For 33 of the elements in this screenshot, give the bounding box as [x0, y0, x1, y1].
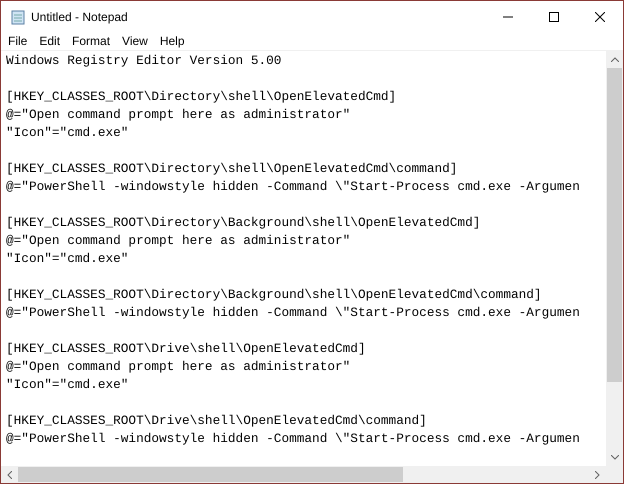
text-line: [HKEY_CLASSES_ROOT\Directory\shell\OpenElevatedCmd\command] — [6, 161, 458, 176]
text-line: [HKEY_CLASSES_ROOT\Directory\shell\OpenElevatedCmd] — [6, 89, 396, 104]
maximize-icon — [549, 12, 559, 22]
text-line: "Icon"="cmd.exe" — [6, 125, 128, 140]
text-line: Windows Registry Editor Version 5.00 — [6, 53, 282, 68]
text-line: [HKEY_CLASSES_ROOT\Drive\shell\OpenElevatedCmd\command] — [6, 413, 427, 428]
scroll-thumb[interactable] — [18, 467, 403, 482]
text-line: @="PowerShell -windowstyle hidden -Command \"Start-Process cmd.exe -Argumen — [6, 179, 580, 194]
text-line: @="Open command prompt here as administrator" — [6, 233, 350, 248]
menu-item[interactable]: File — [2, 32, 34, 50]
text-line: "Icon"="cmd.exe" — [6, 251, 128, 266]
vertical-scrollbar[interactable] — [606, 51, 623, 466]
menu-item[interactable]: Edit — [33, 32, 66, 50]
scroll-up-icon[interactable] — [610, 57, 618, 62]
menu-item[interactable]: Help — [154, 32, 191, 50]
text-line: [HKEY_CLASSES_ROOT\Drive\shell\OpenElevatedCmd] — [6, 341, 366, 356]
text-line: "Icon"="cmd.exe" — [6, 377, 128, 392]
text-line: @="Open command prompt here as administrator" — [6, 107, 350, 122]
menu-item[interactable]: Format — [66, 32, 116, 50]
text-line: [HKEY_CLASSES_ROOT\Directory\Background\shell\OpenElevatedCmd] — [6, 215, 480, 230]
text-line: [HKEY_CLASSES_ROOT\Directory\Background\shell\OpenElevatedCmd\command] — [6, 287, 542, 302]
text-line: @="Open command prompt here as administrator" — [6, 359, 350, 374]
scroll-right-icon[interactable] — [595, 470, 600, 478]
menu-item[interactable]: View — [116, 32, 154, 50]
scroll-thumb[interactable] — [607, 68, 622, 382]
notepad-icon — [10, 8, 26, 24]
text-line: @="PowerShell -windowstyle hidden -Command \"Start-Process cmd.exe -Argumen — [6, 305, 580, 320]
scroll-left-icon[interactable] — [7, 470, 12, 478]
scroll-down-icon[interactable] — [610, 455, 618, 460]
horizontal-scrollbar[interactable] — [1, 466, 606, 483]
text-line: @="PowerShell -windowstyle hidden -Command \"Start-Process cmd.exe -Argumen — [6, 431, 580, 446]
close-icon — [595, 12, 605, 22]
window-title: Untitled - Notepad — [31, 8, 128, 26]
